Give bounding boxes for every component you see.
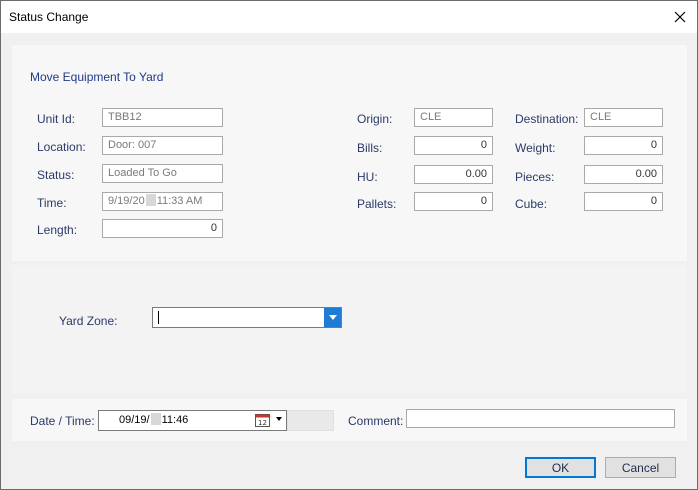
date-comment-panel: Date / Time: 09/19/11:46 12 Comment: bbox=[12, 399, 687, 441]
unit-id-field: TBB12 bbox=[102, 108, 223, 127]
yard-zone-dropdown-button[interactable] bbox=[324, 308, 341, 327]
destination-label: Destination: bbox=[515, 112, 579, 126]
yard-zone-panel: Yard Zone: bbox=[12, 265, 687, 393]
cancel-button[interactable]: Cancel bbox=[605, 457, 676, 478]
ok-button[interactable]: OK bbox=[525, 457, 596, 478]
close-icon bbox=[674, 11, 686, 23]
date-time-clock-part: 11:46 bbox=[161, 414, 189, 426]
date-dropdown-arrow[interactable] bbox=[276, 417, 282, 421]
destination-field: CLE bbox=[584, 108, 663, 127]
date-time-picker[interactable]: 09/19/11:46 12 bbox=[98, 410, 287, 431]
length-field[interactable]: 0 bbox=[102, 219, 223, 238]
hu-field[interactable]: 0.00 bbox=[414, 165, 493, 184]
pieces-field[interactable]: 0.00 bbox=[584, 165, 663, 184]
location-label: Location: bbox=[37, 140, 86, 154]
hu-label: HU: bbox=[357, 170, 378, 184]
origin-field: CLE bbox=[414, 108, 493, 127]
length-label: Length: bbox=[37, 223, 78, 237]
pallets-label: Pallets: bbox=[357, 197, 397, 211]
time-label: Time: bbox=[37, 196, 67, 210]
cube-label: Cube: bbox=[515, 197, 548, 211]
redaction-block bbox=[145, 194, 156, 206]
equipment-info-panel: Move Equipment To Yard Unit Id: TBB12 Lo… bbox=[12, 45, 687, 261]
window-title: Status Change bbox=[9, 10, 89, 24]
location-field: Door: 007 bbox=[102, 136, 223, 155]
status-change-dialog: Status Change Move Equipment To Yard Uni… bbox=[0, 0, 698, 490]
time-date-part: 9/19/20 bbox=[108, 195, 145, 207]
close-button[interactable] bbox=[663, 1, 697, 33]
unit-id-label: Unit Id: bbox=[37, 112, 76, 126]
comment-label: Comment: bbox=[348, 414, 404, 428]
pallets-field[interactable]: 0 bbox=[414, 192, 493, 211]
date-time-label: Date / Time: bbox=[30, 414, 95, 428]
text-cursor bbox=[158, 311, 159, 324]
redaction-block bbox=[150, 413, 161, 425]
weight-field[interactable]: 0 bbox=[584, 136, 663, 155]
yard-zone-label: Yard Zone: bbox=[59, 314, 118, 328]
calendar-icon-day: 12 bbox=[258, 419, 267, 427]
status-label: Status: bbox=[37, 168, 75, 182]
cube-field[interactable]: 0 bbox=[584, 192, 663, 211]
calendar-icon[interactable]: 12 bbox=[255, 413, 270, 427]
time-clock-part: 11:33 AM bbox=[156, 195, 203, 207]
origin-label: Origin: bbox=[357, 112, 393, 126]
weight-label: Weight: bbox=[515, 141, 556, 155]
section-title: Move Equipment To Yard bbox=[30, 70, 164, 84]
chevron-down-icon bbox=[328, 315, 337, 320]
title-bar: Status Change bbox=[1, 1, 697, 33]
bills-label: Bills: bbox=[357, 141, 383, 155]
time-field: 9/19/20 11:33 AM bbox=[102, 192, 223, 211]
pieces-label: Pieces: bbox=[515, 170, 555, 184]
date-time-date-part: 09/19/ bbox=[119, 414, 150, 426]
yard-zone-dropdown[interactable] bbox=[152, 307, 342, 328]
comment-field[interactable] bbox=[406, 409, 675, 428]
date-time-extension bbox=[287, 410, 334, 431]
status-field: Loaded To Go bbox=[102, 164, 223, 183]
bills-field[interactable]: 0 bbox=[414, 136, 493, 155]
